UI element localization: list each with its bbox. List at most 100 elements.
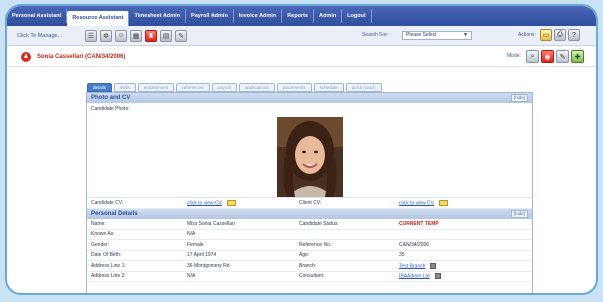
personal-section-header: Personal Details [hide] xyxy=(87,209,532,219)
subtab-quick-match[interactable]: quick match xyxy=(345,83,382,92)
nav-tab-admin[interactable]: Admin xyxy=(314,9,343,23)
consultant-link[interactable]: IBAAdmin Ltd xyxy=(399,273,430,279)
list-icon[interactable]: ☰ xyxy=(85,29,97,42)
search-select-value: Please Select xyxy=(406,32,437,38)
field-label: Age: xyxy=(299,252,310,259)
cv-row: Candidate CV: click to view CV Client CV… xyxy=(87,198,532,209)
branch-cell: Test Branch xyxy=(399,262,519,269)
nav-tab-invoice-admin[interactable]: Invoice Admin xyxy=(234,9,283,23)
actions-icons: ▭ ⎙ ? xyxy=(540,29,580,41)
document-icon[interactable]: ▤ xyxy=(160,29,172,42)
subtab-placements[interactable]: placements xyxy=(276,83,312,92)
field-value: CAN/34/2006 xyxy=(399,241,430,248)
search-select[interactable]: Please Select ▼ xyxy=(402,31,472,40)
subtab-skills[interactable]: skills xyxy=(114,83,136,92)
field-value: Female xyxy=(187,241,204,248)
field-label: Date Of Birth: xyxy=(91,252,122,259)
nav-tab-resource-assistant[interactable]: Resource Assistant xyxy=(67,11,130,26)
subtab-employment[interactable]: employment xyxy=(137,83,175,92)
field-value: 36 Montgomery Rd xyxy=(187,262,230,269)
record-title: Sonia Cassellari (CAN/34/2006) xyxy=(37,53,126,60)
candidate-icon: ♟ xyxy=(21,51,31,62)
client-cv-label: Client CV: xyxy=(299,200,322,206)
nav-tab-personal-assistant[interactable]: Personal Assistant xyxy=(7,9,68,23)
consultant-cell: IBAAdmin Ltd xyxy=(399,273,519,279)
search-label: Search For: xyxy=(362,32,389,38)
field-label: Candidate Status: xyxy=(299,220,339,227)
help-icon[interactable]: ? xyxy=(568,29,580,41)
main-nav: Personal Assistant Resource Assistant Ti… xyxy=(7,6,596,26)
field-value: Miss Sonia Cassellari xyxy=(187,220,235,227)
table-row: Address Line 2: N/A Consultant: IBAAdmin… xyxy=(87,272,532,282)
personal-section-hide-button[interactable]: [hide] xyxy=(510,210,528,218)
photo-section-hide-button[interactable]: [hide] xyxy=(510,94,528,102)
field-label: Gender: xyxy=(91,241,110,248)
branch-details-icon[interactable] xyxy=(430,262,437,269)
candidate-photo-image xyxy=(277,117,343,197)
mode-icons: ⌕ ◉ ✎ ✚ xyxy=(526,50,584,63)
field-label: Reference No.: xyxy=(299,241,333,248)
field-label: Address Line 2: xyxy=(91,273,126,280)
field-label: Consultant: xyxy=(299,273,325,280)
subtab-references[interactable]: references xyxy=(176,83,210,92)
field-label: Known As: xyxy=(91,231,115,238)
view-record-icon[interactable]: ◉ xyxy=(541,50,554,63)
mode-label: Mode: xyxy=(507,53,521,59)
folder-icon[interactable]: ▭ xyxy=(540,29,552,41)
toolbar: Click To Manage... ☰ ✲ ☺ ▦ ♜ ▤ ✎ Search … xyxy=(7,26,596,46)
client-cv-cell: click to view CV xyxy=(399,199,519,206)
search-icon[interactable]: ⌕ xyxy=(526,50,539,63)
person-record-icon[interactable]: ♜ xyxy=(145,29,157,42)
table-row: Known As: N/A xyxy=(87,230,532,240)
subtab-payroll[interactable]: payroll xyxy=(211,83,237,92)
app-window: Personal Assistant Resource Assistant Ti… xyxy=(5,4,598,295)
gear-icon[interactable]: ✲ xyxy=(100,29,112,42)
branch-link[interactable]: Test Branch xyxy=(399,263,425,269)
client-cv-document-icon[interactable] xyxy=(439,199,449,206)
field-label: Name: xyxy=(91,220,106,227)
photo-section-title: Photo and CV xyxy=(91,95,131,101)
calendar-icon[interactable]: ▦ xyxy=(130,29,142,42)
field-value: 17 April 1974 xyxy=(187,252,217,259)
field-label: Branch: xyxy=(299,262,317,269)
print-icon[interactable]: ⎙ xyxy=(554,29,566,41)
field-value: 35 xyxy=(399,252,405,259)
subtab-details[interactable]: details xyxy=(87,83,113,92)
nav-tab-logout[interactable]: Logout xyxy=(342,9,372,23)
actions-label: Actions: xyxy=(518,32,536,38)
candidate-cv-link[interactable]: click to view CV xyxy=(187,200,222,206)
subtab-schedule[interactable]: schedule xyxy=(313,83,344,92)
toolbar-icons: ☰ ✲ ☺ ▦ ♜ ▤ ✎ xyxy=(85,29,187,42)
subtab-applications[interactable]: applications xyxy=(238,83,275,92)
record-subtabs: details skills employment references pay… xyxy=(87,83,382,92)
candidate-status-value: CURRENT TEMP xyxy=(399,220,439,227)
edit-mode-icon[interactable]: ✎ xyxy=(556,50,569,63)
consultant-details-icon[interactable] xyxy=(434,273,441,280)
table-row: Name: Miss Sonia Cassellari Candidate St… xyxy=(87,219,532,230)
details-panel: Photo and CV [hide] Candidate Photo: Can… xyxy=(86,92,533,293)
candidate-cv-label: Candidate CV: xyxy=(91,200,124,206)
field-value: N/A xyxy=(187,273,196,280)
table-row: Address Line 1: 36 Montgomery Rd Branch:… xyxy=(87,261,532,272)
photo-area: Candidate Photo: xyxy=(87,103,532,198)
nav-tab-payroll-admin[interactable]: Payroll Admin xyxy=(186,9,234,23)
add-icon[interactable]: ✚ xyxy=(571,50,584,63)
table-row: Date Of Birth: 17 April 1974 Age: 35 xyxy=(87,251,532,261)
candidate-photo xyxy=(277,117,343,197)
cv-document-icon[interactable] xyxy=(227,199,237,206)
client-cv-link[interactable]: click to view CV xyxy=(399,200,434,206)
candidate-photo-label: Candidate Photo: xyxy=(91,106,130,112)
nav-tab-reports[interactable]: Reports xyxy=(282,9,314,23)
chevron-down-icon: ▼ xyxy=(463,32,468,38)
field-label: Address Line 1: xyxy=(91,262,126,269)
manage-label: Click To Manage... xyxy=(17,32,63,39)
edit-icon[interactable]: ✎ xyxy=(175,29,187,42)
candidate-cv-cell: click to view CV xyxy=(187,199,299,206)
personal-section-title: Personal Details xyxy=(91,211,138,217)
photo-section-header: Photo and CV [hide] xyxy=(87,93,532,103)
nav-tab-timesheet-admin[interactable]: Timesheet Admin xyxy=(129,9,187,23)
field-value: N/A xyxy=(187,231,196,238)
people-icon[interactable]: ☺ xyxy=(115,29,127,42)
table-row: Gender: Female Reference No.: CAN/34/200… xyxy=(87,240,532,251)
record-header: ♟ Sonia Cassellari (CAN/34/2006) Mode: ⌕… xyxy=(7,47,596,67)
